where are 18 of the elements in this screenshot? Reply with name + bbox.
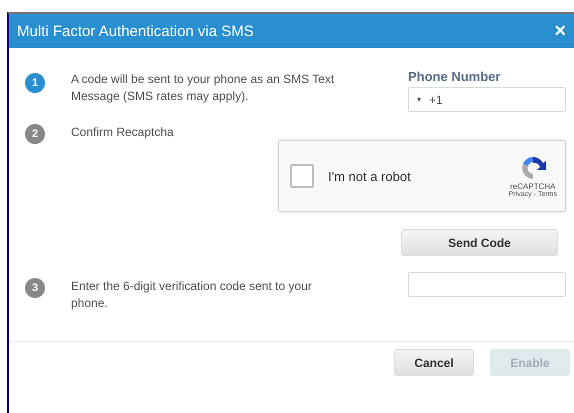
caret-icon[interactable]: ▾ <box>417 95 421 104</box>
step-number: 3 <box>25 278 45 298</box>
code-field[interactable] <box>408 272 566 297</box>
checkbox-label: I'm not a robot <box>328 168 411 184</box>
phone-field[interactable]: ▾ +1 <box>408 87 566 112</box>
phone-value: +1 <box>429 92 443 106</box>
step-text: Confirm Recaptcha <box>71 124 175 141</box>
step-text: A code will be sent to your phone as an SMS Text Message (SMS rates may apply). <box>71 71 336 105</box>
step-number: 1 <box>25 73 45 93</box>
close-button[interactable]: × <box>552 21 568 41</box>
footer-button[interactable]: Cancel <box>394 349 474 376</box>
step-text: Enter the 6-digit verification code sent to your phone. <box>71 278 313 312</box>
field-label: Phone Number <box>408 69 502 84</box>
send-code-button[interactable]: Send Code <box>401 229 558 256</box>
dialog-title: Multi Factor Authentication via SMS <box>17 22 254 40</box>
checkbox[interactable] <box>290 164 314 188</box>
recaptcha-brand: reCAPTCHA <box>510 182 556 191</box>
step-number: 2 <box>25 124 45 144</box>
